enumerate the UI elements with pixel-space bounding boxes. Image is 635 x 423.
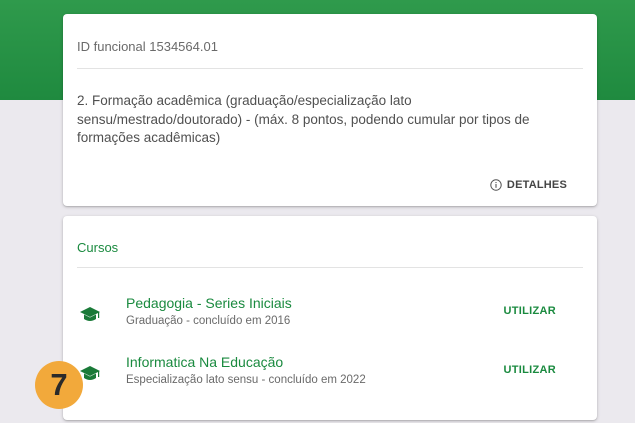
graduation-cap-icon <box>80 307 100 321</box>
course-subtitle: Especialização lato sensu - concluído em… <box>126 374 366 386</box>
details-button[interactable]: DETALHES <box>490 179 567 191</box>
divider <box>77 267 583 268</box>
step-badge: 7 <box>35 361 83 409</box>
list-item: Pedagogia - Series Iniciais Graduação - … <box>63 295 597 339</box>
divider <box>77 68 583 69</box>
courses-title: Cursos <box>77 240 119 255</box>
courses-card: Cursos Pedagogia - Series Iniciais Gradu… <box>63 216 597 420</box>
course-subtitle: Graduação - concluído em 2016 <box>126 315 291 327</box>
list-item: Informatica Na Educação Especialização l… <box>63 354 597 398</box>
question-text: 2. Formação acadêmica (graduação/especia… <box>77 93 530 145</box>
course-title[interactable]: Pedagogia - Series Iniciais <box>126 295 292 311</box>
info-icon <box>490 179 502 191</box>
employee-id: ID funcional 1534564.01 <box>77 39 218 54</box>
question-card: ID funcional 1534564.01 2. Formação acad… <box>63 14 597 206</box>
course-title[interactable]: Informatica Na Educação <box>126 354 283 370</box>
use-button[interactable]: UTILIZAR <box>503 364 556 376</box>
details-label: DETALHES <box>506 179 567 191</box>
use-button[interactable]: UTILIZAR <box>503 305 556 317</box>
